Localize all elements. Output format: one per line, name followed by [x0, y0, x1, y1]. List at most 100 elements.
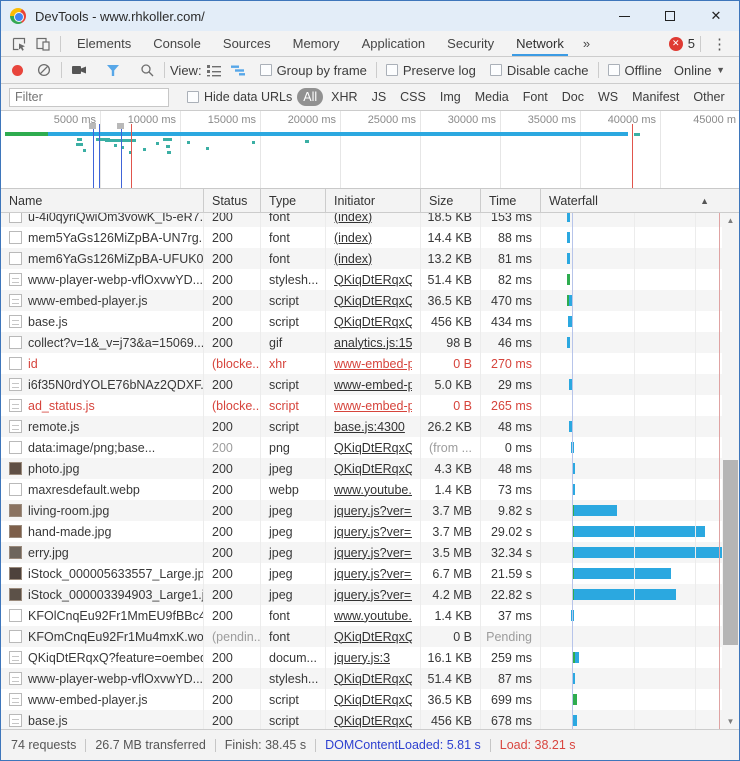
- initiator-link[interactable]: QKiqDtERqxQ?...: [334, 630, 412, 644]
- column-header-type[interactable]: Type: [261, 189, 326, 212]
- filter-pill-ws[interactable]: WS: [592, 88, 624, 106]
- filter-pill-doc[interactable]: Doc: [556, 88, 590, 106]
- minimize-button[interactable]: [601, 1, 647, 31]
- preserve-log-checkbox[interactable]: [386, 64, 398, 76]
- chevron-down-icon[interactable]: ▼: [716, 65, 731, 75]
- filter-pill-css[interactable]: CSS: [394, 88, 432, 106]
- initiator-link[interactable]: QKiqDtERqxQ?...: [334, 672, 412, 686]
- column-header-initiator[interactable]: Initiator: [326, 189, 421, 212]
- table-row[interactable]: base.js200scriptQKiqDtERqxQ?...456 KB434…: [1, 311, 739, 332]
- filter-toggle-button[interactable]: [101, 58, 125, 82]
- initiator-link[interactable]: QKiqDtERqxQ?...: [334, 294, 412, 308]
- disable-cache-checkbox[interactable]: [490, 64, 502, 76]
- more-tabs-button[interactable]: »: [575, 36, 598, 51]
- capture-screenshots-button[interactable]: [67, 58, 91, 82]
- initiator-link[interactable]: QKiqDtERqxQ?...: [334, 462, 412, 476]
- column-header-status[interactable]: Status: [204, 189, 261, 212]
- table-row[interactable]: mem6YaGs126MiZpBA-UFUK0...200font(index)…: [1, 248, 739, 269]
- tab-elements[interactable]: Elements: [66, 31, 142, 56]
- initiator-link[interactable]: QKiqDtERqxQ?...: [334, 441, 412, 455]
- hide-data-urls-checkbox[interactable]: [187, 91, 199, 103]
- scroll-up-icon[interactable]: ▲: [722, 213, 739, 228]
- table-row[interactable]: erry.jpg200jpegjquery.js?ver=1...3.5 MB3…: [1, 542, 739, 563]
- initiator-link[interactable]: analytics.js:15: [334, 336, 412, 350]
- table-row[interactable]: collect?v=1&_v=j73&a=15069...200gifanaly…: [1, 332, 739, 353]
- table-row[interactable]: remote.js200scriptbase.js:430026.2 KB48 …: [1, 416, 739, 437]
- table-row[interactable]: hand-made.jpg200jpegjquery.js?ver=1...3.…: [1, 521, 739, 542]
- initiator-link[interactable]: jquery.js?ver=1...: [334, 546, 412, 560]
- table-row[interactable]: i6f35N0rdYOLE76bNAz2QDXF...200scriptwww-…: [1, 374, 739, 395]
- initiator-link[interactable]: (index): [334, 252, 372, 266]
- offline-checkbox[interactable]: [608, 64, 620, 76]
- column-header-size[interactable]: Size: [421, 189, 481, 212]
- initiator-link[interactable]: jquery.js?ver=1...: [334, 504, 412, 518]
- filter-pill-media[interactable]: Media: [469, 88, 515, 106]
- initiator-link[interactable]: QKiqDtERqxQ?...: [334, 693, 412, 707]
- scroll-down-icon[interactable]: ▼: [722, 714, 739, 729]
- table-row[interactable]: ad_status.js(blocke...scriptwww-embed-p.…: [1, 395, 739, 416]
- table-row[interactable]: KFOlCnqEu92Fr1MmEU9fBBc4...200fontwww.yo…: [1, 605, 739, 626]
- table-row[interactable]: KFOmCnqEu92Fr1Mu4mxK.wo...(pendin...font…: [1, 626, 739, 647]
- table-row[interactable]: www-embed-player.js200scriptQKiqDtERqxQ?…: [1, 689, 739, 710]
- filter-pill-xhr[interactable]: XHR: [325, 88, 363, 106]
- initiator-link[interactable]: jquery.js:3: [334, 651, 390, 665]
- scrollbar-thumb[interactable]: [723, 460, 738, 645]
- overview-drag-handle[interactable]: [89, 123, 96, 129]
- tab-console[interactable]: Console: [142, 31, 212, 56]
- initiator-link[interactable]: www-embed-p...: [334, 378, 412, 392]
- filter-pill-js[interactable]: JS: [366, 88, 393, 106]
- vertical-scrollbar[interactable]: ▲ ▼: [722, 213, 739, 729]
- table-row[interactable]: QKiqDtERqxQ?feature=oembed200docum...jqu…: [1, 647, 739, 668]
- maximize-button[interactable]: [647, 1, 693, 31]
- initiator-link[interactable]: (index): [334, 231, 372, 245]
- tab-security[interactable]: Security: [436, 31, 505, 56]
- tab-memory[interactable]: Memory: [282, 31, 351, 56]
- timeline-overview[interactable]: 5000 ms10000 ms15000 ms20000 ms25000 ms3…: [1, 111, 739, 189]
- filter-pill-all[interactable]: All: [297, 88, 323, 106]
- error-badge[interactable]: ✕ 5: [669, 36, 695, 51]
- search-button[interactable]: [135, 58, 159, 82]
- throttling-select[interactable]: Online: [674, 63, 712, 78]
- initiator-link[interactable]: QKiqDtERqxQ?...: [334, 273, 412, 287]
- initiator-link[interactable]: www.youtube.c...: [334, 609, 412, 623]
- initiator-link[interactable]: www-embed-p...: [334, 399, 412, 413]
- table-row[interactable]: id(blocke...xhrwww-embed-p...0 B270 ms: [1, 353, 739, 374]
- table-row[interactable]: mem5YaGs126MiZpBA-UN7rg...200font(index)…: [1, 227, 739, 248]
- filter-pill-img[interactable]: Img: [434, 88, 467, 106]
- initiator-link[interactable]: jquery.js?ver=1...: [334, 525, 412, 539]
- table-row[interactable]: www-player-webp-vflOxvwYD...200stylesh..…: [1, 668, 739, 689]
- overview-drag-handle[interactable]: [117, 123, 124, 129]
- column-header-waterfall[interactable]: Waterfall ▲: [541, 189, 739, 212]
- table-row[interactable]: base.js200scriptQKiqDtERqxQ?...456 KB678…: [1, 710, 739, 729]
- table-row[interactable]: photo.jpg200jpegQKiqDtERqxQ?...4.3 KB48 …: [1, 458, 739, 479]
- tab-application[interactable]: Application: [351, 31, 437, 56]
- table-row[interactable]: www-player-webp-vflOxvwYD...200stylesh..…: [1, 269, 739, 290]
- initiator-link[interactable]: base.js:4300: [334, 420, 405, 434]
- filter-input[interactable]: [9, 88, 169, 107]
- initiator-link[interactable]: jquery.js?ver=1...: [334, 567, 412, 581]
- filter-pill-manifest[interactable]: Manifest: [626, 88, 685, 106]
- initiator-link[interactable]: QKiqDtERqxQ?...: [334, 714, 412, 728]
- show-overview-toggle-button[interactable]: [226, 58, 250, 82]
- initiator-link[interactable]: jquery.js?ver=1...: [334, 588, 412, 602]
- column-header-name[interactable]: Name: [1, 189, 204, 212]
- record-button[interactable]: [12, 65, 23, 76]
- tab-sources[interactable]: Sources: [212, 31, 282, 56]
- table-row[interactable]: data:image/png;base...200pngQKiqDtERqxQ?…: [1, 437, 739, 458]
- large-rows-toggle-button[interactable]: [202, 58, 226, 82]
- initiator-link[interactable]: (index): [334, 213, 372, 224]
- table-row[interactable]: living-room.jpg200jpegjquery.js?ver=1...…: [1, 500, 739, 521]
- initiator-link[interactable]: QKiqDtERqxQ?...: [334, 315, 412, 329]
- inspect-element-button[interactable]: [7, 32, 31, 56]
- column-header-time[interactable]: Time: [481, 189, 541, 212]
- table-row[interactable]: u-4i0qyriQwiOm3vowK_I5-eR7...200font(ind…: [1, 213, 739, 227]
- devtools-menu-button[interactable]: ⋮: [706, 35, 733, 53]
- tab-network[interactable]: Network: [505, 31, 575, 56]
- table-row[interactable]: maxresdefault.webp200webpwww.youtube.c..…: [1, 479, 739, 500]
- table-row[interactable]: iStock_000003394903_Large1.j...200jpegjq…: [1, 584, 739, 605]
- table-row[interactable]: www-embed-player.js200scriptQKiqDtERqxQ?…: [1, 290, 739, 311]
- close-button[interactable]: ✕: [693, 1, 739, 31]
- clear-button[interactable]: [32, 58, 56, 82]
- filter-pill-other[interactable]: Other: [687, 88, 730, 106]
- initiator-link[interactable]: www.youtube.c...: [334, 483, 412, 497]
